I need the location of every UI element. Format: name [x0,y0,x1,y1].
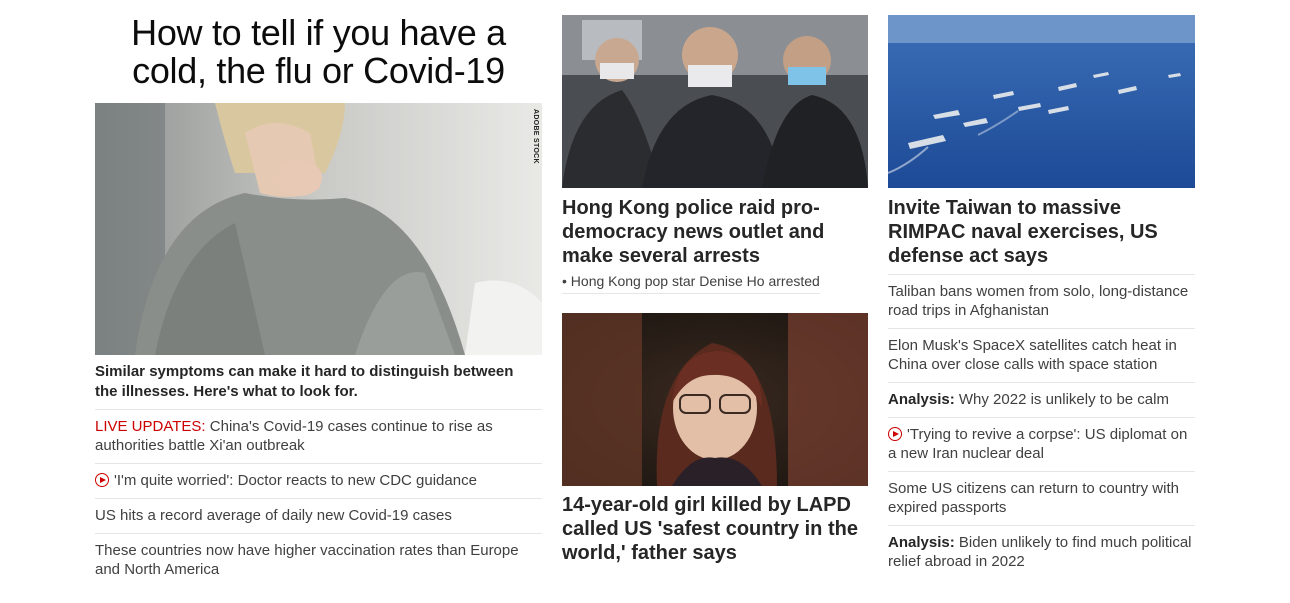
list-item[interactable]: US hits a record average of daily new Co… [95,498,542,533]
rimpac-headline[interactable]: Invite Taiwan to massive RIMPAC naval ex… [888,196,1188,268]
lapd-story-image[interactable] [562,313,868,486]
list-item[interactable]: These countries now have higher vaccinat… [95,533,542,587]
list-item-text: US hits a record average of daily new Co… [95,507,452,524]
hong-kong-raid-headline[interactable]: Hong Kong police raid pro-democracy news… [562,196,862,268]
analysis-label: Analysis: [888,534,959,551]
live-updates-label: LIVE UPDATES: [95,418,210,435]
list-item[interactable]: Analysis: Biden unlikely to find much po… [888,525,1195,579]
list-item-text: Some US citizens can return to country w… [888,480,1179,516]
list-item[interactable]: Taliban bans women from solo, long-dista… [888,274,1195,328]
list-item[interactable]: Some US citizens can return to country w… [888,471,1195,525]
list-item[interactable]: 'I'm quite worried': Doctor reacts to ne… [95,463,542,498]
list-item-text: Taliban bans women from solo, long-dista… [888,283,1189,319]
hong-kong-raid-image[interactable] [562,15,868,188]
image-credit: ADOBE STOCK [532,109,539,164]
list-item-text: Why 2022 is unlikely to be calm [958,391,1169,408]
lead-story-description[interactable]: Similar symptoms can make it hard to dis… [95,362,535,402]
video-play-icon [95,473,109,487]
list-item[interactable]: Elon Musk's SpaceX satellites catch heat… [888,328,1195,382]
list-item-text: 'Trying to revive a corpse': US diplomat… [888,426,1188,462]
video-play-icon [888,427,902,441]
list-item-text: These countries now have higher vaccinat… [95,542,519,578]
lead-story-image[interactable]: ADOBE STOCK [95,103,542,355]
lapd-story-headline[interactable]: 14-year-old girl killed by LAPD called U… [562,493,862,565]
list-item-text: Elon Musk's SpaceX satellites catch heat… [888,337,1177,373]
naval-exercise-image[interactable] [888,15,1195,188]
list-item[interactable]: 'Trying to revive a corpse': US diplomat… [888,417,1195,471]
list-item[interactable]: LIVE UPDATES: China's Covid-19 cases con… [95,409,542,463]
list-item[interactable]: Analysis: Why 2022 is unlikely to be cal… [888,382,1195,417]
lead-headline[interactable]: How to tell if you have a cold, the flu … [95,14,542,90]
analysis-label: Analysis: [888,391,959,408]
list-item-text: 'I'm quite worried': Doctor reacts to ne… [114,472,477,489]
denise-ho-link[interactable]: • Hong Kong pop star Denise Ho arrested [562,272,820,294]
right-stories-list: Taliban bans women from solo, long-dista… [888,274,1195,579]
related-stories-list: LIVE UPDATES: China's Covid-19 cases con… [95,409,542,587]
